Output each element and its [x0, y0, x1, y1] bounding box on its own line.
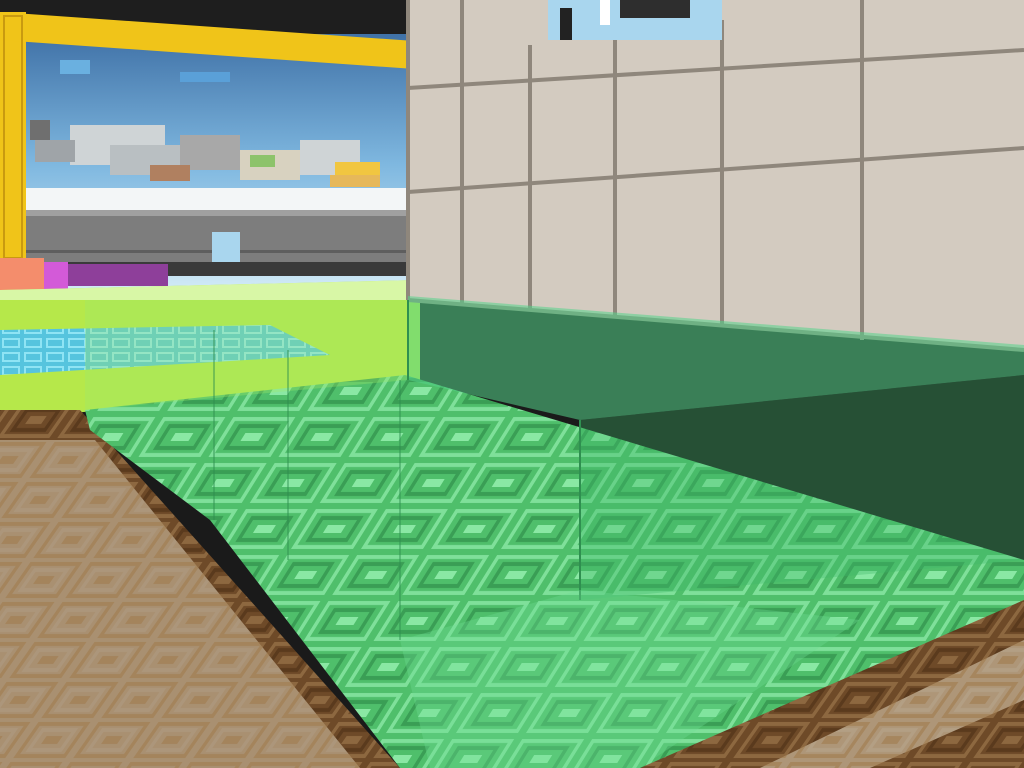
stone-wall: [406, 0, 1024, 352]
horizon-band: [0, 188, 420, 210]
game-viewport[interactable]: [0, 0, 1024, 768]
